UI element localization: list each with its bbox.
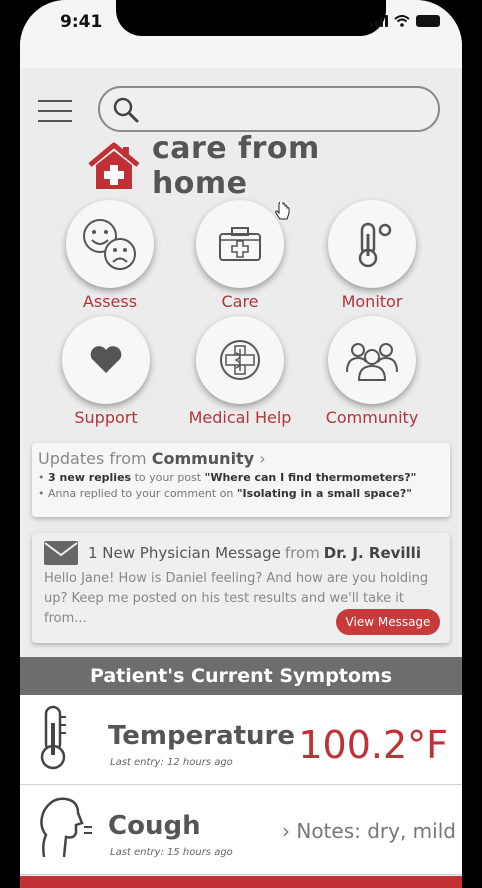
next-row-edge [20, 876, 462, 888]
device-notch [116, 0, 386, 36]
tile-label: Community [325, 408, 419, 427]
symptom-last-entry: Last entry: 15 hours ago [110, 847, 233, 858]
search-bar[interactable] [98, 86, 440, 132]
physician-message-card[interactable]: 1 New Physician Message from Dr. J. Revi… [32, 533, 450, 643]
symptoms-header: Patient's Current Symptoms [20, 657, 462, 695]
menu-icon[interactable] [38, 100, 72, 122]
phone-screen: 9:41 care from home Assess Care Monitor … [20, 0, 462, 888]
symptom-notes-link[interactable]: › Notes: dry, mild [282, 819, 456, 843]
tile-support[interactable]: Support [46, 316, 166, 427]
symptom-name: Cough [108, 811, 201, 841]
app-title: care from home [151, 131, 320, 201]
tile-medical-help[interactable]: Medical Help [180, 316, 300, 427]
heart-icon [90, 346, 122, 373]
update-item[interactable]: • Anna replied to your comment on "Isola… [38, 487, 444, 500]
symptom-name: Temperature [108, 721, 296, 751]
update-item[interactable]: • 3 new replies to your post "Where can … [38, 471, 444, 484]
home-logo-icon [88, 142, 140, 189]
status-bar: 9:41 [20, 0, 462, 68]
first-aid-kit-icon [219, 227, 261, 261]
tile-monitor[interactable]: Monitor [312, 200, 432, 311]
emotions-faces-icon [83, 219, 136, 270]
chevron-right-icon: › [259, 449, 266, 468]
view-message-button[interactable]: View Message [336, 609, 440, 635]
tile-label: Medical Help [188, 408, 292, 427]
tile-community[interactable]: Community [312, 316, 432, 427]
coughing-head-icon [40, 797, 92, 858]
medical-symbol-icon [220, 340, 260, 380]
system-icons [370, 15, 440, 27]
message-count: 1 New Physician Message [88, 544, 281, 562]
thermometer-icon [40, 705, 66, 770]
mail-envelope-icon [44, 541, 78, 565]
tile-label: Support [74, 408, 138, 427]
tile-label: Care [221, 292, 259, 311]
status-time: 9:41 [60, 12, 103, 32]
thermometer-degree-icon [358, 222, 392, 268]
updates-heading[interactable]: Updates from Community › [38, 449, 444, 468]
medical-help-circle[interactable] [196, 316, 284, 404]
message-heading: 1 New Physician Message from Dr. J. Revi… [44, 541, 438, 565]
people-group-icon [346, 343, 398, 381]
search-icon [113, 97, 139, 123]
battery-icon [416, 15, 440, 27]
support-circle[interactable] [62, 316, 150, 404]
community-circle[interactable] [328, 316, 416, 404]
message-sender: Dr. J. Revilli [323, 544, 421, 562]
updates-prefix: Updates from [38, 449, 147, 468]
symptom-last-entry: Last entry: 12 hours ago [110, 757, 233, 768]
symptom-row-cough[interactable]: Cough Last entry: 15 hours ago › Notes: … [20, 785, 462, 875]
monitor-circle[interactable] [328, 200, 416, 288]
tile-label: Assess [82, 292, 138, 311]
tile-assess[interactable]: Assess [50, 200, 170, 311]
care-circle[interactable] [196, 200, 284, 288]
assess-circle[interactable] [66, 200, 154, 288]
community-updates-card[interactable]: Updates from Community › • 3 new replies… [32, 443, 450, 517]
cellular-signal-icon [370, 15, 388, 27]
wifi-icon [394, 15, 410, 27]
hand-cursor-icon [275, 202, 290, 220]
temperature-value: 100.2°F [298, 723, 448, 767]
symptom-row-temperature[interactable]: Temperature Last entry: 12 hours ago 100… [20, 695, 462, 785]
tile-label: Monitor [341, 292, 403, 311]
message-from-word: from [284, 544, 320, 562]
app-brand: care from home [86, 131, 426, 201]
search-input[interactable] [144, 96, 424, 122]
updates-source: Community [151, 449, 255, 468]
